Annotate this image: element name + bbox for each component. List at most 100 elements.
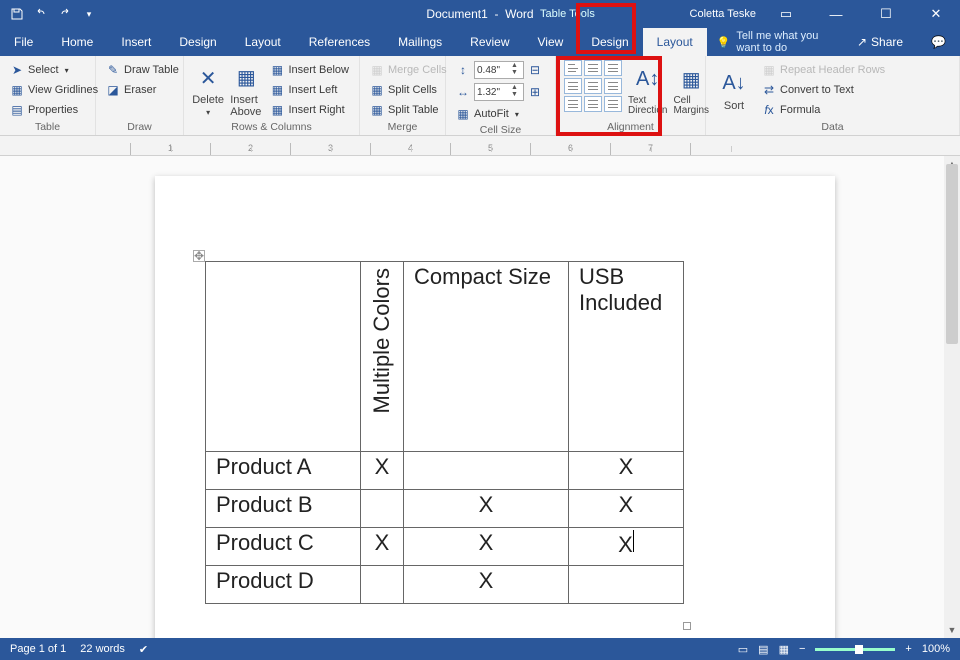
sort-button[interactable]: A↓Sort xyxy=(714,60,754,121)
row-label[interactable]: Product D xyxy=(206,566,361,604)
header-empty[interactable] xyxy=(206,262,361,452)
table-row[interactable]: Product A X X xyxy=(206,452,684,490)
qat-more-icon[interactable]: ▾ xyxy=(78,3,100,25)
align-bot-center[interactable] xyxy=(584,96,602,112)
insert-left-button[interactable]: ▦Insert Left xyxy=(268,80,351,100)
draw-table-button[interactable]: ✎Draw Table xyxy=(104,60,181,80)
view-print-icon[interactable]: ▤ xyxy=(758,643,768,656)
autofit-button[interactable]: ▦AutoFit▾ xyxy=(454,104,544,124)
table-resize-handle-icon[interactable] xyxy=(683,622,691,630)
close-button[interactable]: ✕ xyxy=(916,0,956,28)
cell[interactable]: X xyxy=(361,528,404,566)
spellcheck-icon[interactable]: ✔ xyxy=(139,643,148,656)
cell[interactable]: X xyxy=(404,490,569,528)
save-icon[interactable] xyxy=(6,3,28,25)
align-mid-center[interactable] xyxy=(584,78,602,94)
cell[interactable]: X xyxy=(569,490,684,528)
redo-icon[interactable] xyxy=(54,3,76,25)
header-col3[interactable]: USB Included xyxy=(569,262,684,452)
merge-cells-button[interactable]: ▦Merge Cells xyxy=(368,60,449,80)
tab-tabletools-design[interactable]: Design xyxy=(577,28,642,56)
align-top-left[interactable] xyxy=(564,60,582,76)
insert-below-button[interactable]: ▦Insert Below xyxy=(268,60,351,80)
zoom-level[interactable]: 100% xyxy=(922,643,950,655)
undo-icon[interactable] xyxy=(30,3,52,25)
tab-view[interactable]: View xyxy=(524,28,578,56)
word-count[interactable]: 22 words xyxy=(80,643,125,655)
cell[interactable] xyxy=(361,490,404,528)
table-move-handle-icon[interactable]: ✥ xyxy=(193,250,205,262)
table-header-row[interactable]: Multiple Colors Compact Size USB Include… xyxy=(206,262,684,452)
cell[interactable] xyxy=(569,566,684,604)
select-button[interactable]: ➤Select▾ xyxy=(8,60,100,80)
tab-design[interactable]: Design xyxy=(165,28,230,56)
view-web-icon[interactable]: ▦ xyxy=(779,643,789,656)
col-width-input[interactable]: ↔1.32"▲▼⊞ xyxy=(454,82,544,102)
document-area[interactable]: ✥ Multiple Colors Compact Size USB Inclu… xyxy=(0,156,944,638)
zoom-slider[interactable] xyxy=(815,648,895,651)
split-table-button[interactable]: ▦Split Table xyxy=(368,100,449,120)
row-height-input[interactable]: ↕0.48"▲▼⊟ xyxy=(454,60,544,80)
tab-home[interactable]: Home xyxy=(47,28,107,56)
table-row[interactable]: Product B X X xyxy=(206,490,684,528)
repeat-header-rows-button[interactable]: ▦Repeat Header Rows xyxy=(760,60,887,80)
insert-above-button[interactable]: ▦Insert Above xyxy=(230,60,262,121)
align-bot-right[interactable] xyxy=(604,96,622,112)
page-indicator[interactable]: Page 1 of 1 xyxy=(10,643,66,655)
align-top-center[interactable] xyxy=(584,60,602,76)
horizontal-ruler[interactable]: 1 2 3 4 5 6 7 xyxy=(0,136,960,156)
comments-icon[interactable]: 💬 xyxy=(917,35,960,49)
cell[interactable]: X xyxy=(404,566,569,604)
header-col1[interactable]: Multiple Colors xyxy=(361,262,404,452)
tab-tabletools-layout[interactable]: Layout xyxy=(643,28,707,56)
document-table[interactable]: Multiple Colors Compact Size USB Include… xyxy=(205,261,684,604)
tab-mailings[interactable]: Mailings xyxy=(384,28,456,56)
align-top-right[interactable] xyxy=(604,60,622,76)
view-read-icon[interactable]: ▭ xyxy=(738,643,748,656)
scroll-down-icon[interactable]: ▼ xyxy=(944,622,960,638)
tab-layout[interactable]: Layout xyxy=(231,28,295,56)
eraser-button[interactable]: ◪Eraser xyxy=(104,80,181,100)
align-bot-left[interactable] xyxy=(564,96,582,112)
split-cells-button[interactable]: ▦Split Cells xyxy=(368,80,449,100)
cell[interactable]: X xyxy=(404,528,569,566)
table-row[interactable]: Product D X xyxy=(206,566,684,604)
cell[interactable]: X xyxy=(361,452,404,490)
delete-button[interactable]: ✕Delete▾ xyxy=(192,60,224,121)
tab-references[interactable]: References xyxy=(295,28,384,56)
maximize-button[interactable]: ☐ xyxy=(866,0,906,28)
tell-me-search[interactable]: 💡 Tell me what you want to do xyxy=(707,30,843,54)
minimize-button[interactable]: — xyxy=(816,0,856,28)
tab-insert[interactable]: Insert xyxy=(107,28,165,56)
cell-with-cursor[interactable]: X xyxy=(569,528,684,566)
insert-right-button[interactable]: ▦Insert Right xyxy=(268,100,351,120)
text-direction-button[interactable]: A↕Text Direction xyxy=(628,60,667,121)
cell[interactable] xyxy=(404,452,569,490)
row-label[interactable]: Product A xyxy=(206,452,361,490)
row-label[interactable]: Product B xyxy=(206,490,361,528)
header-col2[interactable]: Compact Size xyxy=(404,262,569,452)
tab-review[interactable]: Review xyxy=(456,28,523,56)
cell[interactable]: X xyxy=(569,452,684,490)
ribbon-options-icon[interactable]: ▭ xyxy=(766,0,806,28)
distribute-cols-icon[interactable]: ⊞ xyxy=(528,85,542,99)
row-label[interactable]: Product C xyxy=(206,528,361,566)
zoom-in-button[interactable]: + xyxy=(905,643,911,655)
table-row[interactable]: Product C X X X xyxy=(206,528,684,566)
page[interactable]: ✥ Multiple Colors Compact Size USB Inclu… xyxy=(155,176,835,638)
align-mid-left[interactable] xyxy=(564,78,582,94)
formula-button[interactable]: fxFormula xyxy=(760,100,887,120)
view-gridlines-button[interactable]: ▦View Gridlines xyxy=(8,80,100,100)
convert-text-button[interactable]: ⇄Convert to Text xyxy=(760,80,887,100)
tab-file[interactable]: File xyxy=(0,28,47,56)
properties-button[interactable]: ▤Properties xyxy=(8,100,100,120)
scroll-thumb[interactable] xyxy=(946,164,958,344)
cell[interactable] xyxy=(361,566,404,604)
distribute-rows-icon[interactable]: ⊟ xyxy=(528,63,542,77)
cell-margins-button[interactable]: ▦Cell Margins xyxy=(673,60,709,121)
align-mid-right[interactable] xyxy=(604,78,622,94)
share-button[interactable]: ↗ Share xyxy=(843,35,917,49)
vertical-scrollbar[interactable]: ▲ ▼ xyxy=(944,156,960,638)
zoom-out-button[interactable]: − xyxy=(799,643,805,655)
zoom-slider-thumb[interactable] xyxy=(855,645,863,654)
